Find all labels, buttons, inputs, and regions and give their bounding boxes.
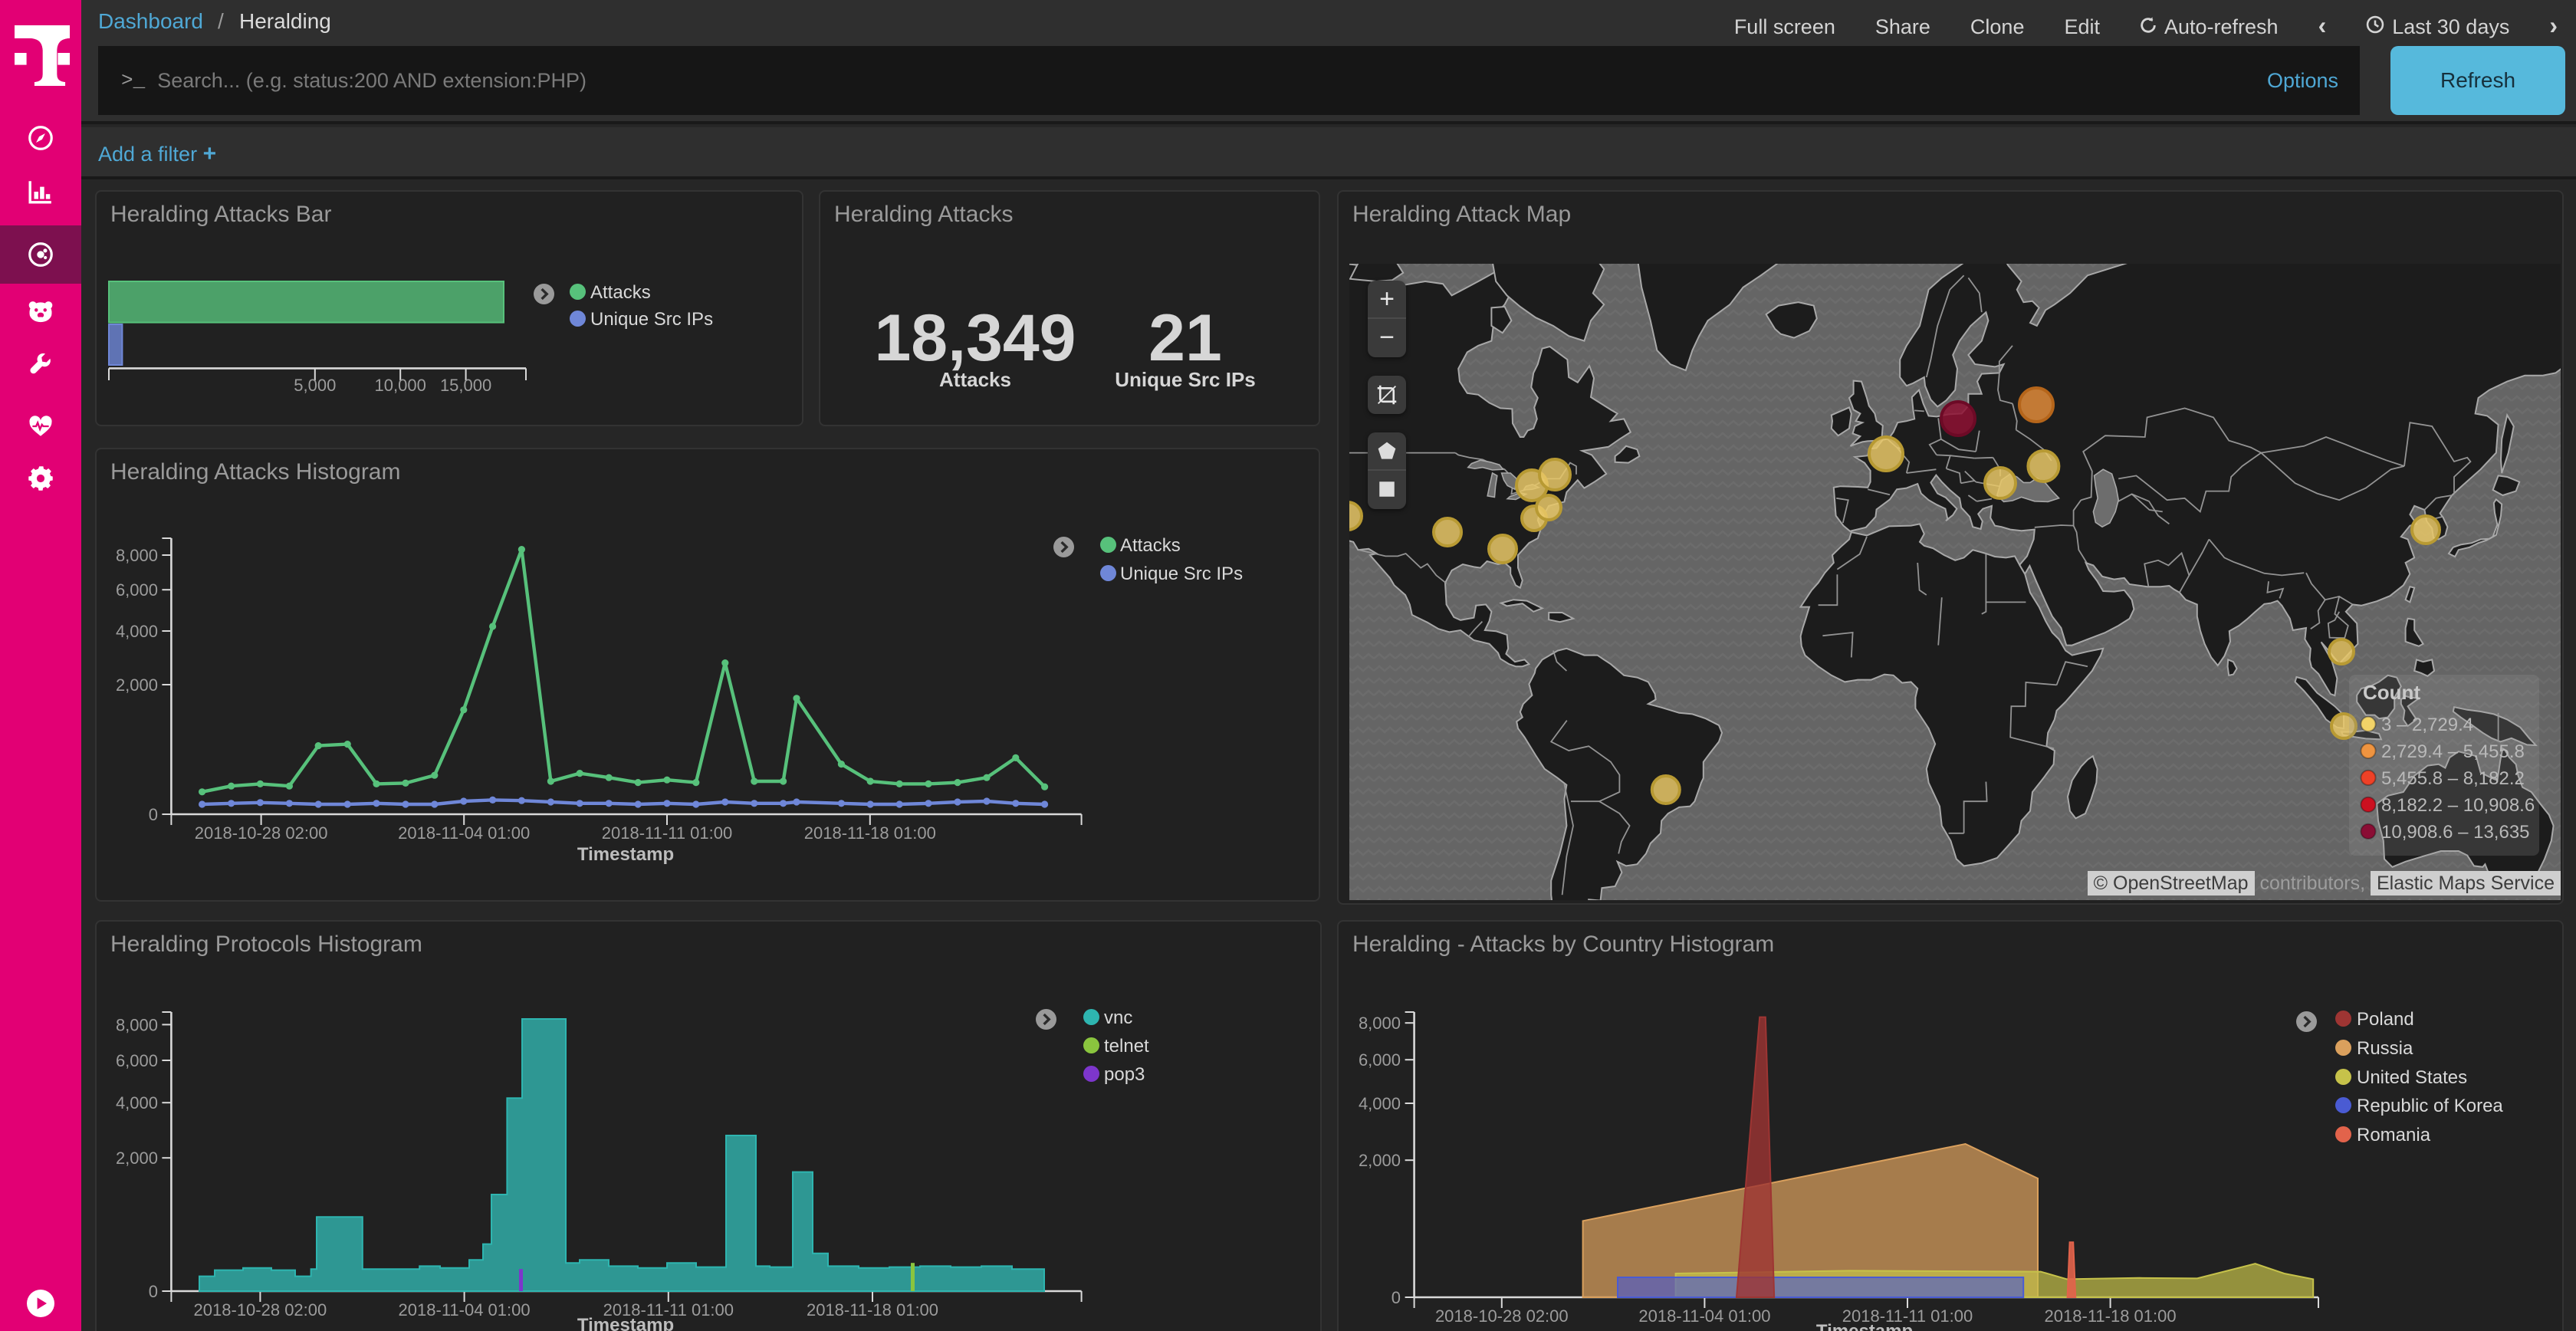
svg-text:2018-10-28 02:00: 2018-10-28 02:00	[195, 823, 328, 843]
svg-text:10,908.6 – 13,635: 10,908.6 – 13,635	[2381, 822, 2530, 843]
svg-text:Count: Count	[2363, 681, 2420, 704]
svg-text:2,000: 2,000	[116, 675, 158, 695]
svg-text:6,000: 6,000	[116, 580, 158, 600]
svg-text:6,000: 6,000	[1359, 1050, 1401, 1070]
svg-text:0: 0	[149, 1282, 158, 1301]
svg-text:0: 0	[1392, 1288, 1401, 1307]
svg-text:2,729.4 – 5,455.8: 2,729.4 – 5,455.8	[2381, 741, 2525, 762]
svg-text:2018-11-04 01:00: 2018-11-04 01:00	[398, 823, 530, 843]
svg-text:0: 0	[149, 805, 158, 824]
svg-text:8,000: 8,000	[116, 546, 158, 565]
svg-text:2018-10-28 02:00: 2018-10-28 02:00	[1435, 1306, 1569, 1326]
svg-text:8,000: 8,000	[1359, 1014, 1401, 1033]
svg-text:2018-11-18 01:00: 2018-11-18 01:00	[2045, 1306, 2177, 1326]
svg-text:5,455.8 – 8,182.2: 5,455.8 – 8,182.2	[2381, 768, 2525, 789]
svg-text:4,000: 4,000	[116, 1093, 158, 1112]
svg-text:8,000: 8,000	[116, 1015, 158, 1034]
svg-text:8,182.2 – 10,908.6: 8,182.2 – 10,908.6	[2381, 795, 2535, 816]
svg-text:4,000: 4,000	[1359, 1094, 1401, 1113]
svg-text:2,000: 2,000	[1359, 1151, 1401, 1170]
svg-text:2018-11-04 01:00: 2018-11-04 01:00	[1638, 1306, 1770, 1326]
svg-text:Timestamp: Timestamp	[1816, 1321, 1913, 1331]
svg-text:2018-11-18 01:00: 2018-11-18 01:00	[804, 823, 936, 843]
svg-text:4,000: 4,000	[116, 622, 158, 641]
svg-text:Timestamp: Timestamp	[577, 1315, 674, 1331]
svg-text:2018-11-11 01:00: 2018-11-11 01:00	[602, 823, 732, 843]
svg-text:2018-11-04 01:00: 2018-11-04 01:00	[399, 1300, 531, 1319]
svg-text:2,000: 2,000	[116, 1149, 158, 1168]
svg-text:2018-10-28 02:00: 2018-10-28 02:00	[194, 1300, 327, 1319]
svg-text:2018-11-18 01:00: 2018-11-18 01:00	[807, 1300, 938, 1319]
svg-text:6,000: 6,000	[116, 1051, 158, 1070]
svg-text:Timestamp: Timestamp	[577, 844, 674, 865]
svg-text:3 – 2,729.4: 3 – 2,729.4	[2381, 715, 2473, 735]
